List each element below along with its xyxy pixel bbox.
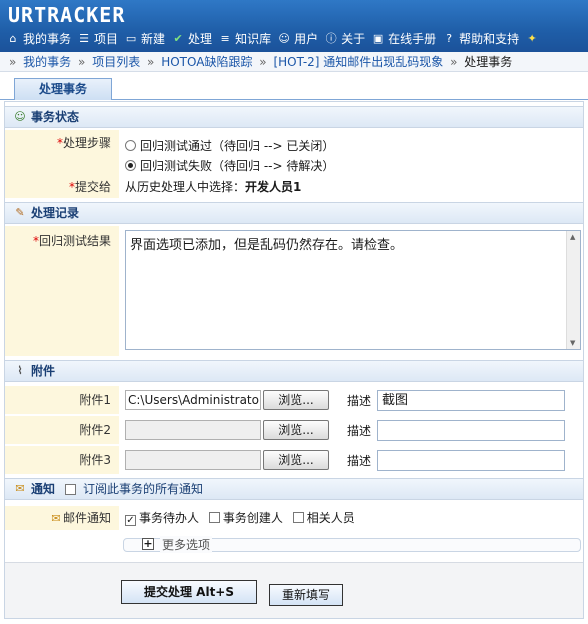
record-row: *回归测试结果 界面选项已添加，但是乱码仍然存在。请检查。 ▲ ▼ — [5, 226, 583, 356]
menu-item-users[interactable]: ☺ 用户 — [277, 30, 318, 47]
attachment-row-3: 附件3 浏览... 描述 — [5, 446, 583, 474]
desc-input-1[interactable]: 截图 — [377, 389, 566, 411]
notify-option-related[interactable]: 相关人员 — [292, 511, 355, 525]
browse-button-2[interactable]: 浏览... — [263, 420, 329, 440]
menu-item-help[interactable]: ? 帮助和支持 — [442, 30, 519, 47]
menu-item-knowledge[interactable]: ≡ 知识库 — [218, 30, 271, 47]
desc-label: 描述 — [347, 393, 372, 408]
step-label: *处理步骤 — [5, 130, 119, 176]
menu-item-manual[interactable]: ▣ 在线手册 — [371, 30, 436, 47]
form-panel: ☺ 事务状态 *处理步骤 回归测试通过（待回归 --> 已关闭） 回归测试失败（… — [4, 101, 584, 619]
tab-process-task[interactable]: 处理事务 — [14, 78, 112, 100]
option-fail[interactable]: 回归测试失败（待回归 --> 待解决） — [125, 156, 583, 176]
menu-item-projects[interactable]: ☰ 项目 — [77, 30, 118, 47]
reset-button[interactable]: 重新填写 — [269, 584, 343, 606]
user-status-icon: ☺ — [14, 110, 26, 123]
desc-label: 描述 — [347, 423, 372, 438]
mail-notify-label: ✉ 邮件通知 — [5, 506, 119, 530]
desc-input-2[interactable] — [377, 419, 566, 441]
menu-item-extra[interactable]: ✦ — [525, 30, 539, 47]
top-header: URTRACKER ⌂ 我的事务 ☰ 项目 ▭ 新建 ✔ 处理 ≡ 知识库 ☺ 用户 ⓘ 关于… — [0, 0, 588, 52]
edit-note-icon: ✎ — [15, 206, 25, 219]
record-label: *回归测试结果 — [5, 226, 119, 356]
attachment-row-1: 附件1 C:\Users\Administrator\ 浏览... 描述 截图 — [5, 386, 583, 414]
file-path-input-1[interactable]: C:\Users\Administrator\ — [125, 390, 261, 410]
breadcrumb-project-list[interactable]: 项目列表 — [92, 55, 140, 69]
record-section-header: ✎ 处理记录 — [5, 202, 583, 224]
expand-plus-icon[interactable]: + — [142, 538, 154, 550]
file-path-input-2[interactable] — [125, 420, 261, 440]
creator-checkbox[interactable] — [208, 512, 220, 523]
status-section-header: ☺ 事务状态 — [5, 106, 583, 128]
new-icon: ▭ — [125, 31, 137, 45]
desc-input-3[interactable] — [377, 449, 566, 471]
more-options-bar: + 更多选项 — [123, 536, 581, 553]
menu-item-about[interactable]: ⓘ 关于 — [324, 30, 366, 47]
menu-item-new[interactable]: ▭ 新建 — [124, 30, 165, 47]
result-textarea[interactable]: 界面选项已添加，但是乱码仍然存在。请检查。 ▲ ▼ — [125, 230, 581, 350]
check-icon: ✔ — [173, 31, 183, 45]
notify-section-header: ✉ 通知 订阅此事务的所有通知 — [5, 478, 583, 500]
mail-notify-row: ✉ 邮件通知 ✓ 事务待办人 事务创建人 相关人员 — [5, 506, 583, 530]
attachment-row-2: 附件2 浏览... 描述 — [5, 416, 583, 444]
attachment-label: 附件2 — [5, 416, 119, 444]
info-icon: ⓘ — [325, 31, 337, 45]
menu-item-my-tasks[interactable]: ⌂ 我的事务 — [6, 30, 72, 47]
menu-item-process[interactable]: ✔ 处理 — [171, 30, 212, 47]
tab-bar: 处理事务 — [0, 72, 588, 100]
notify-option-creator[interactable]: 事务创建人 — [208, 511, 283, 525]
app-logo: URTRACKER — [8, 3, 126, 27]
subscribe-label: 订阅此事务的所有通知 — [83, 482, 204, 496]
paperclip-icon: ⌇ — [17, 364, 23, 377]
attachment-label: 附件1 — [5, 386, 119, 414]
assign-value[interactable]: 开发人员1 — [245, 180, 301, 194]
assign-label: *提交给 — [5, 176, 119, 198]
attach-section-header: ⌇ 附件 — [5, 360, 583, 382]
desc-label: 描述 — [347, 453, 372, 468]
envelope-small-icon: ✉ — [51, 512, 61, 525]
step-row: *处理步骤 回归测试通过（待回归 --> 已关闭） 回归测试失败（待回归 -->… — [5, 130, 583, 176]
radio-pass[interactable] — [125, 140, 136, 151]
assign-row: *提交给 从历史处理人中选择：开发人员1 — [5, 176, 583, 198]
action-bar: 提交处理 Alt+S 重新填写 — [5, 562, 583, 618]
assign-prefix: 从历史处理人中选择： — [125, 180, 246, 194]
main-menu: ⌂ 我的事务 ☰ 项目 ▭ 新建 ✔ 处理 ≡ 知识库 ☺ 用户 ⓘ 关于 ▣ 在线手册 ? 帮助… — [6, 30, 539, 47]
home-icon: ⌂ — [9, 31, 17, 45]
attachment-label: 附件3 — [5, 446, 119, 474]
browse-button-3[interactable]: 浏览... — [263, 450, 329, 470]
option-pass[interactable]: 回归测试通过（待回归 --> 已关闭） — [125, 136, 583, 156]
more-options-label[interactable]: 更多选项 — [160, 536, 213, 553]
sparkle-icon: ✦ — [527, 31, 537, 45]
submit-button[interactable]: 提交处理 Alt+S — [121, 580, 257, 604]
textarea-scrollbar[interactable]: ▲ ▼ — [566, 231, 580, 349]
browse-button-1[interactable]: 浏览... — [263, 390, 329, 410]
breadcrumb-my-tasks[interactable]: 我的事务 — [23, 55, 71, 69]
manual-icon: ▣ — [372, 31, 384, 45]
subscribe-checkbox[interactable] — [65, 483, 77, 495]
notify-option-assignee[interactable]: ✓ 事务待办人 — [125, 511, 199, 526]
database-icon: ☰ — [79, 31, 89, 45]
radio-fail[interactable] — [125, 160, 136, 171]
help-icon: ? — [446, 31, 453, 45]
breadcrumb-current: 处理事务 — [464, 55, 513, 69]
envelope-icon: ✉ — [15, 482, 25, 495]
breadcrumb-issue[interactable]: [HOT-2] 通知邮件出现乱码现象 — [273, 55, 443, 69]
assignee-checkbox[interactable]: ✓ — [125, 515, 136, 526]
books-icon: ≡ — [220, 31, 230, 45]
breadcrumb-project[interactable]: HOTOA缺陷跟踪 — [161, 55, 252, 69]
related-checkbox[interactable] — [292, 512, 304, 523]
users-icon: ☺ — [278, 31, 290, 45]
breadcrumb: » 我的事务 » 项目列表 » HOTOA缺陷跟踪 » [HOT-2] 通知邮件… — [0, 52, 588, 72]
file-path-input-3[interactable] — [125, 450, 261, 470]
